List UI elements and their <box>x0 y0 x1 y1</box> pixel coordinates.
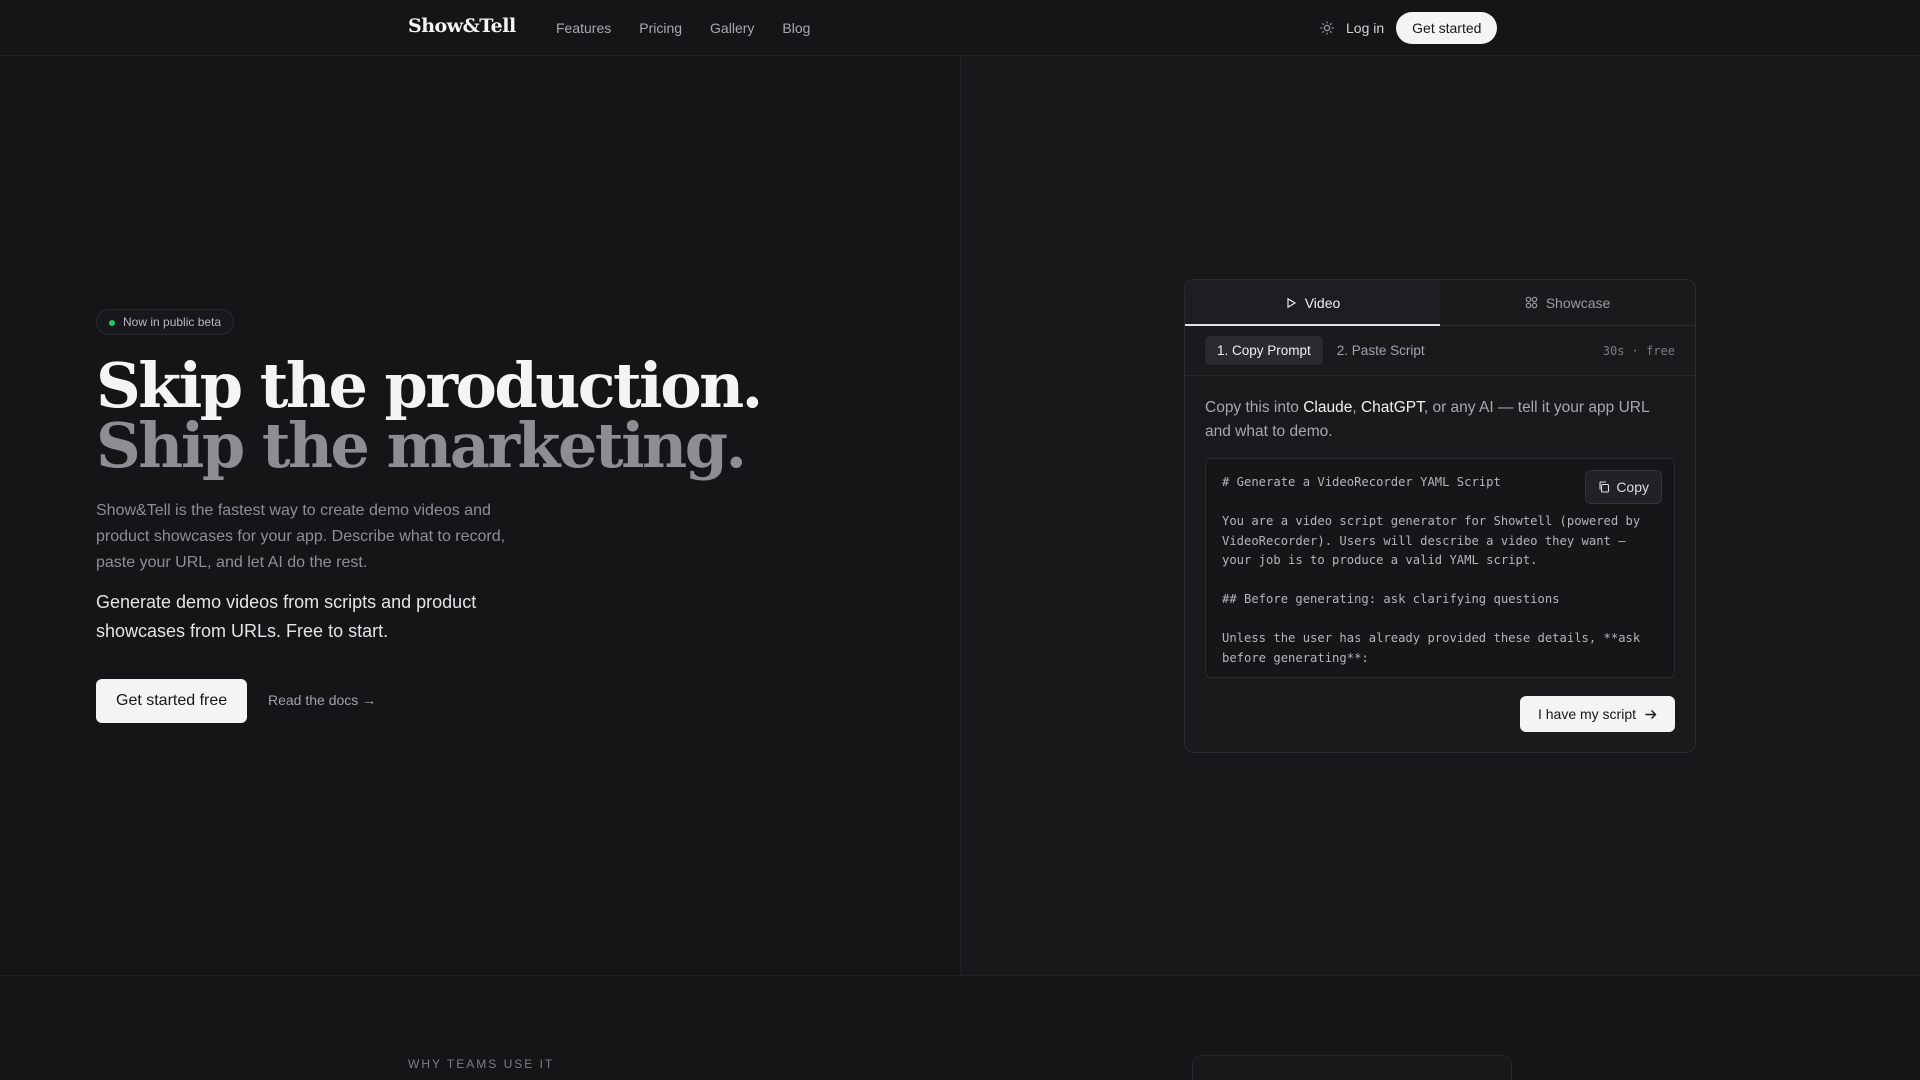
get-started-button[interactable]: Get started <box>1396 12 1498 44</box>
status-dot-icon <box>109 320 115 326</box>
hero-subtitle: Show&Tell is the fastest way to create d… <box>96 502 506 571</box>
headline-line-2: Ship the marketing. <box>96 409 747 482</box>
header-actions: Log in Get started <box>1320 11 1498 45</box>
top-navbar: Show&Tell Features Pricing Gallery Blog … <box>0 0 1920 56</box>
nav-gallery[interactable]: Gallery <box>710 20 754 36</box>
tab-video[interactable]: Video <box>1185 280 1440 326</box>
tab-showcase-label: Showcase <box>1545 294 1611 311</box>
beta-badge: Now in public beta <box>96 309 235 335</box>
have-script-label: I have my script <box>1537 706 1636 722</box>
get-started-free-button[interactable]: Get started free <box>96 679 248 723</box>
section-card-preview <box>1192 1055 1512 1080</box>
nav-features[interactable]: Features <box>556 20 611 36</box>
sun-icon[interactable] <box>1320 21 1334 35</box>
copy-button-label: Copy <box>1616 479 1649 495</box>
copy-button[interactable]: Copy <box>1585 470 1662 504</box>
step-copy-prompt[interactable]: 1. Copy Prompt <box>1205 336 1323 365</box>
card-instructions: Copy this into Claude, ChatGPT, or any A… <box>1185 376 1695 444</box>
grid-icon <box>1525 296 1538 309</box>
step-meta: 30s · free <box>1602 343 1675 358</box>
card-steps: 1. Copy Prompt 2. Paste Script 30s · fre… <box>1185 326 1695 376</box>
hero-divider <box>960 56 961 976</box>
arrow-right-icon <box>1645 709 1657 719</box>
section-divider <box>0 975 1920 976</box>
instr-chatgpt: ChatGPT <box>1360 399 1424 416</box>
section-label: WHY TEAMS USE IT <box>408 1057 555 1071</box>
nav-pricing[interactable]: Pricing <box>639 20 682 36</box>
copy-icon <box>1599 481 1610 493</box>
beta-badge-label: Now in public beta <box>123 315 222 329</box>
login-link[interactable]: Log in <box>1346 20 1384 36</box>
main-nav: Features Pricing Gallery Blog <box>556 0 838 56</box>
step-paste-script[interactable]: 2. Paste Script <box>1325 336 1437 365</box>
hero-headline: Skip the production. Ship the marketing. <box>96 349 796 482</box>
instr-comma: , <box>1352 399 1361 416</box>
prompt-code-text: # Generate a VideoRecorder YAML Script Y… <box>1222 475 1641 665</box>
instr-claude: Claude <box>1303 399 1353 416</box>
tab-video-label: Video <box>1304 294 1341 311</box>
headline-line-1: Skip the production. <box>96 349 763 422</box>
hero-subtitle-2: Generate demo videos from scripts and pr… <box>96 592 477 641</box>
have-script-button[interactable]: I have my script <box>1519 696 1675 732</box>
play-icon <box>1287 297 1296 308</box>
tab-showcase[interactable]: Showcase <box>1440 280 1695 325</box>
nav-blog[interactable]: Blog <box>782 20 810 36</box>
card-tabs: Video Showcase <box>1185 280 1695 326</box>
prompt-card: Video Showcase 1. Copy Prompt 2. Paste S… <box>1184 279 1696 753</box>
brand-logo[interactable]: Show&Tell <box>408 15 516 37</box>
read-docs-link[interactable]: Read the docs → <box>268 692 376 708</box>
instr-text: Copy this into <box>1205 399 1304 416</box>
prompt-code-block: # Generate a VideoRecorder YAML Script Y… <box>1205 458 1675 678</box>
